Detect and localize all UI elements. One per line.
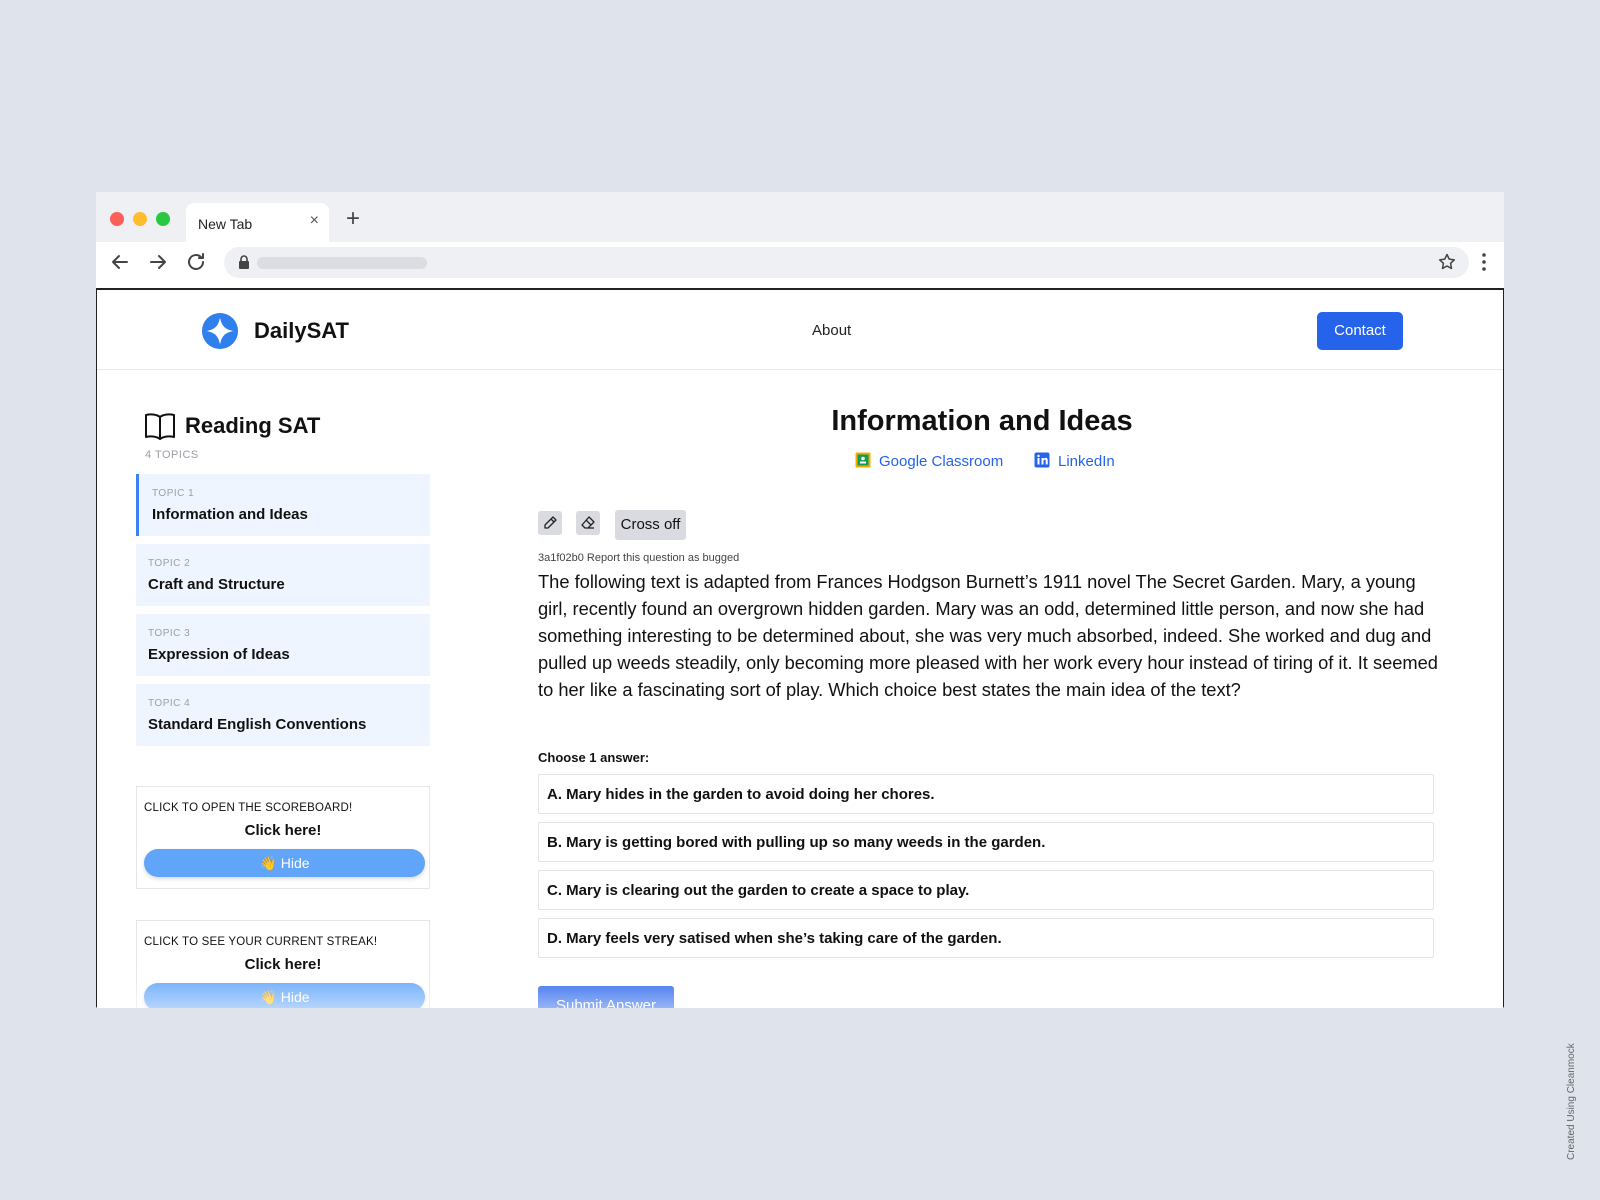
- tab-close-icon[interactable]: ×: [310, 213, 319, 229]
- sidebar-topic-4[interactable]: TOPIC 4 Standard English Conventions: [136, 684, 430, 746]
- sidebar-topic-3[interactable]: TOPIC 3 Expression of Ideas: [136, 614, 430, 676]
- scoreboard-card: CLICK TO OPEN THE SCOREBOARD! Click here…: [136, 786, 430, 889]
- topic-name: Expression of Ideas: [148, 646, 290, 663]
- window-close-button[interactable]: [110, 212, 124, 226]
- nav-about-link[interactable]: About: [812, 322, 851, 339]
- answer-text: C. Mary is clearing out the garden to cr…: [547, 882, 970, 899]
- answer-option-c[interactable]: C. Mary is clearing out the garden to cr…: [538, 870, 1434, 910]
- watermark-text: Created Using Cleanmock: [1566, 1043, 1577, 1160]
- forward-arrow-icon[interactable]: [146, 250, 170, 274]
- answer-text: A. Mary hides in the garden to avoid doi…: [547, 786, 935, 803]
- topic-number: TOPIC 1: [152, 488, 195, 499]
- answer-option-a[interactable]: A. Mary hides in the garden to avoid doi…: [538, 774, 1434, 814]
- browser-window: New Tab × + DailySAT About Contact Readi…: [96, 192, 1504, 1008]
- scoreboard-hide-button[interactable]: 👋 Hide: [144, 849, 425, 877]
- url-placeholder: [257, 257, 427, 269]
- cross-off-button[interactable]: Cross off: [615, 510, 686, 540]
- topic-name: Information and Ideas: [152, 506, 308, 523]
- reload-icon[interactable]: [184, 250, 208, 274]
- answer-option-b[interactable]: B. Mary is getting bored with pulling up…: [538, 822, 1434, 862]
- contact-button[interactable]: Contact: [1317, 312, 1403, 350]
- browser-tab[interactable]: New Tab ×: [186, 203, 329, 243]
- question-id-report-link[interactable]: 3a1f02b0 Report this question as bugged: [538, 552, 739, 564]
- eraser-icon: [581, 516, 595, 529]
- topic-count: 4 TOPICS: [145, 449, 199, 461]
- sidebar-topic-1[interactable]: TOPIC 1 Information and Ideas: [136, 474, 430, 536]
- window-maximize-button[interactable]: [156, 212, 170, 226]
- bookmark-star-icon[interactable]: [1437, 252, 1457, 272]
- share-google-classroom-link[interactable]: Google Classroom: [855, 452, 1003, 470]
- topic-number: TOPIC 2: [148, 558, 191, 569]
- answer-option-d[interactable]: D. Mary feels very satised when she’s ta…: [538, 918, 1434, 958]
- site-header: DailySAT About Contact: [97, 290, 1503, 370]
- window-minimize-button[interactable]: [133, 212, 147, 226]
- share-linkedin-link[interactable]: LinkedIn: [1034, 452, 1115, 470]
- browser-toolbar: [96, 242, 1504, 282]
- share-label: LinkedIn: [1058, 453, 1115, 470]
- eraser-tool-button[interactable]: [576, 511, 600, 535]
- streak-label: CLICK TO SEE YOUR CURRENT STREAK!: [144, 936, 378, 948]
- question-passage: The following text is adapted from Franc…: [538, 571, 1438, 700]
- sidebar-topic-2[interactable]: TOPIC 2 Craft and Structure: [136, 544, 430, 606]
- topic-name: Standard English Conventions: [148, 716, 367, 733]
- streak-click-link[interactable]: Click here!: [137, 956, 429, 973]
- scoreboard-click-link[interactable]: Click here!: [137, 822, 429, 839]
- brand-name[interactable]: DailySAT: [254, 318, 349, 344]
- pencil-icon: [544, 516, 557, 529]
- scoreboard-label: CLICK TO OPEN THE SCOREBOARD!: [144, 802, 353, 814]
- sidebar-title: Reading SAT: [185, 413, 321, 438]
- question-title: Information and Ideas: [831, 405, 1133, 437]
- pencil-tool-button[interactable]: [538, 511, 562, 535]
- streak-hide-button[interactable]: 👋 Hide: [144, 983, 425, 1008]
- streak-card: CLICK TO SEE YOUR CURRENT STREAK! Click …: [136, 920, 430, 1008]
- back-arrow-icon[interactable]: [108, 250, 132, 274]
- answer-text: D. Mary feels very satised when she’s ta…: [547, 930, 1002, 947]
- answer-text: B. Mary is getting bored with pulling up…: [547, 834, 1046, 851]
- web-page: DailySAT About Contact Reading SAT 4 TOP…: [96, 290, 1504, 1008]
- submit-answer-button[interactable]: Submit Answer: [538, 986, 674, 1008]
- lock-icon: [239, 255, 249, 269]
- topic-name: Craft and Structure: [148, 576, 285, 593]
- dailysat-logo-icon[interactable]: [201, 312, 239, 350]
- address-bar[interactable]: [224, 247, 1469, 278]
- tab-title: New Tab: [198, 216, 253, 232]
- topic-number: TOPIC 3: [148, 628, 191, 639]
- open-book-icon: [145, 413, 175, 440]
- linkedin-icon: [1034, 452, 1050, 468]
- menu-kebab-icon[interactable]: [1482, 252, 1486, 272]
- tab-bar: New Tab × +: [96, 192, 1504, 243]
- new-tab-button[interactable]: +: [346, 207, 360, 231]
- google-classroom-icon: [855, 452, 871, 468]
- choose-label: Choose 1 answer:: [538, 750, 650, 765]
- share-label: Google Classroom: [879, 453, 1004, 470]
- topic-number: TOPIC 4: [148, 698, 191, 709]
